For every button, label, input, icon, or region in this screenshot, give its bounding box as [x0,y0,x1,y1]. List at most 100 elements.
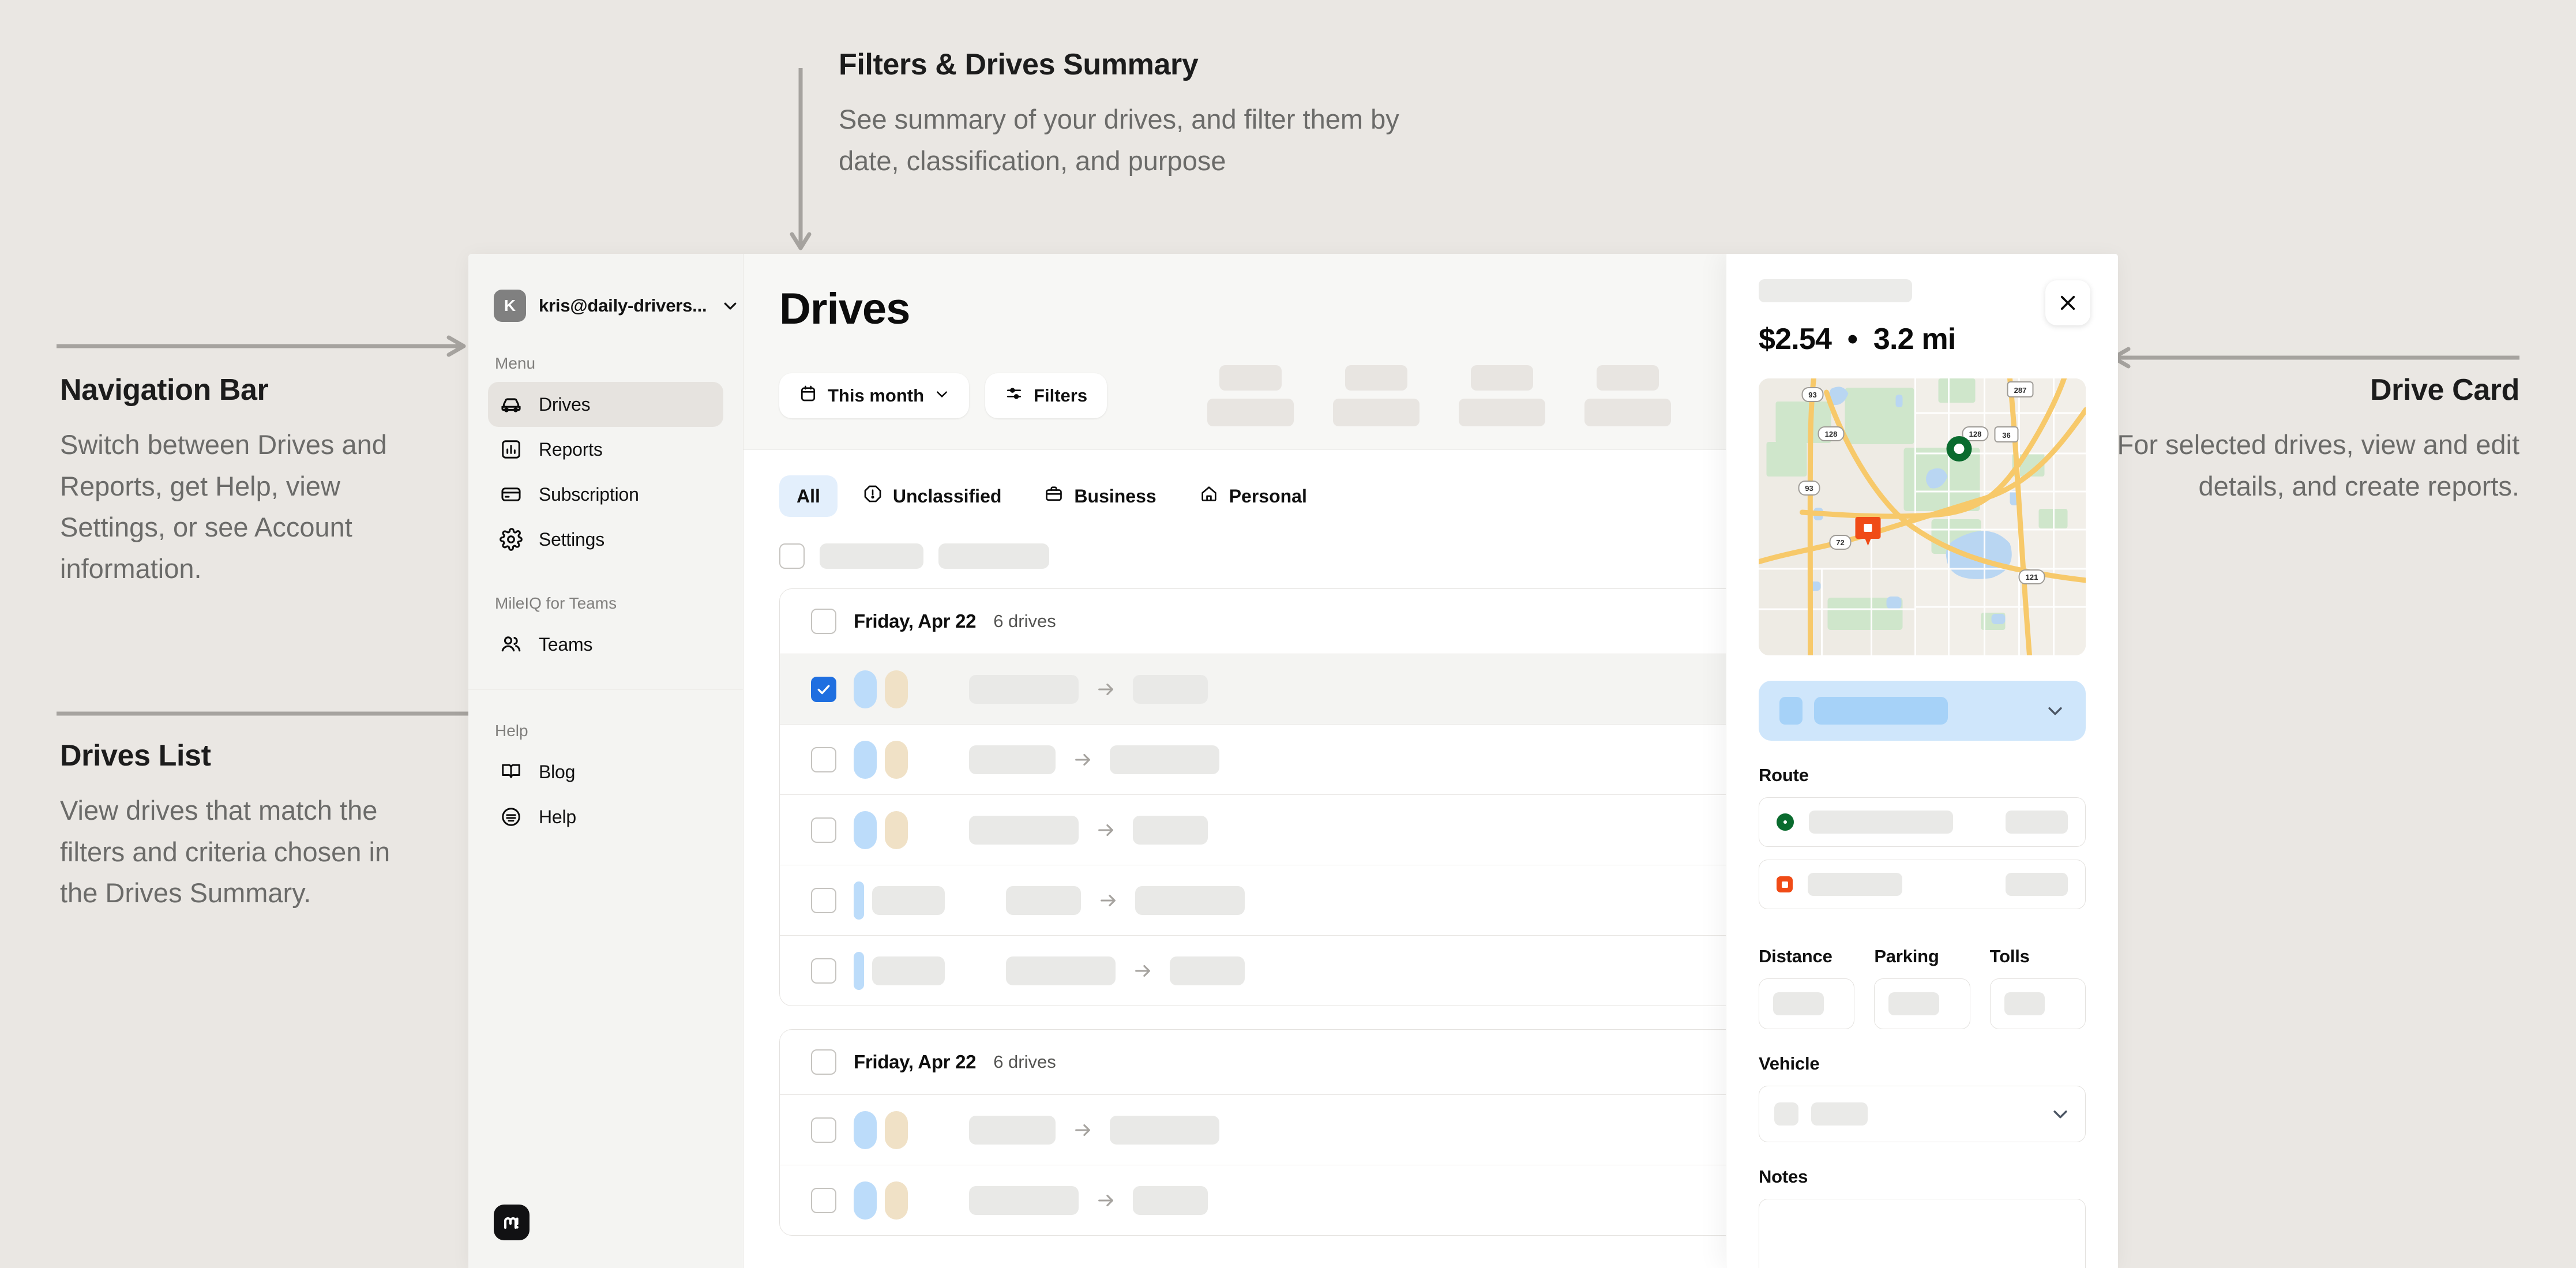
calendar-icon [799,384,817,407]
pill-business [854,811,877,849]
sidebar-item-help[interactable]: Help [488,794,723,839]
notes-input[interactable] [1759,1199,2086,1268]
pill-personal [885,1111,908,1149]
arrow-right-icon [1098,891,1118,910]
stat-label-placeholder [1207,399,1294,426]
annotation-body: View drives that match the filters and c… [60,795,390,909]
tab-label: Personal [1229,485,1307,507]
close-icon[interactable] [2045,280,2090,325]
group-count: 6 drives [993,611,1056,631]
tab-business[interactable]: Business [1027,475,1173,517]
route-end-placeholder [1133,1186,1208,1215]
route-start-placeholder [969,1186,1079,1215]
sidebar-item-teams[interactable]: Teams [488,622,723,667]
tab-unclassified[interactable]: Unclassified [846,475,1019,517]
annotation-drive-card: Drive Card For selected drives, view and… [2093,373,2520,507]
date-filter-label: This month [828,385,925,406]
tab-personal[interactable]: Personal [1182,475,1324,517]
route-start-placeholder [1006,956,1116,985]
parking-input[interactable] [1874,978,1970,1029]
drive-card: $2.54 • 3.2 mi 93 128 287 36 128 93 72 1… [1726,254,2118,1268]
route-cells [969,745,1219,774]
row-checkbox[interactable] [811,817,836,843]
route-end-placeholder [1135,886,1245,915]
pill-personal [885,670,908,708]
tolls-input[interactable] [1989,978,2086,1029]
sidebar-item-blog[interactable]: Blog [488,749,723,794]
classification-pills [854,1181,908,1220]
route-end-field[interactable] [1759,860,2086,909]
screenshot-root: Filters & Drives Summary See summary of … [0,0,2576,1268]
pill-personal [885,740,908,779]
pill-personal [885,811,908,849]
sliders-icon [1005,384,1023,407]
group-checkbox[interactable] [811,609,836,634]
sidebar-item-settings[interactable]: Settings [488,517,723,562]
tab-all[interactable]: All [779,475,838,517]
row-checkbox[interactable] [811,1117,836,1143]
svg-text:93: 93 [1808,391,1816,399]
route-start-field[interactable] [1759,797,2086,847]
row-checkbox[interactable] [811,676,836,702]
route-map[interactable]: 93 128 287 36 128 93 72 121 [1759,378,2086,655]
gear-icon [498,527,524,552]
stat-value-placeholder [1471,365,1534,391]
alert-octagon-icon [863,484,883,508]
route-start-placeholder [969,674,1079,704]
group-count: 6 drives [993,1052,1056,1072]
vehicle-value-placeholder [1811,1102,1868,1126]
home-icon [1199,484,1219,508]
distance-input[interactable] [1759,978,1855,1029]
svg-text:36: 36 [2002,431,2010,440]
row-checkbox[interactable] [811,746,836,772]
sidebar-item-subscription[interactable]: Subscription [488,472,723,517]
filters-button[interactable]: Filters [985,373,1107,418]
start-address-placeholder [1809,811,1953,834]
arrow-right-icon [1073,1120,1092,1140]
drive-card-summary: $2.54 • 3.2 mi [1759,322,2086,357]
select-all-checkbox[interactable] [779,543,805,569]
route-cells [969,674,1208,704]
svg-text:128: 128 [1969,430,1982,438]
chart-icon [498,437,524,462]
mileiq-logo [494,1205,530,1240]
arrow-right-icon [1096,1191,1116,1210]
annotation-title: Drives List [60,739,211,772]
sidebar-item-label: Reports [539,438,603,460]
people-icon [498,632,524,657]
stat-value-placeholder [1219,365,1282,391]
sidebar-item-drives[interactable]: Drives [488,382,723,427]
row-checkbox[interactable] [811,958,836,984]
classification-pills [854,811,908,849]
column-header-placeholder [820,543,923,569]
vehicle-label: Vehicle [1759,1053,1820,1074]
annotation-title: Drive Card [2370,373,2519,407]
row-checkbox[interactable] [811,887,836,913]
account-email: kris@daily-drivers... [539,295,707,316]
sidebar-item-label: Teams [539,633,593,655]
nav-group-label-menu: Menu [495,354,536,372]
help-circle-icon [498,804,524,830]
main-content: Drives Add a drive [743,254,2118,1268]
route-cells [1006,956,1245,985]
route-start-placeholder [969,815,1079,845]
tolls-label: Tolls [1989,946,2030,966]
row-checkbox[interactable] [811,1187,836,1213]
group-checkbox[interactable] [811,1049,836,1075]
sidebar-item-reports[interactable]: Reports [488,427,723,472]
purpose-select[interactable] [1759,681,2086,741]
drive-distance: 3.2 mi [1873,322,1956,356]
book-icon [498,759,524,785]
route-start-placeholder [1006,886,1081,915]
annotation-body: For selected drives, view and edit detai… [2117,429,2520,501]
date-filter-button[interactable]: This month [779,373,970,418]
arrow-to-drive-card [2104,346,2519,369]
stat-label-placeholder [1584,399,1672,426]
vehicle-select[interactable] [1759,1086,2086,1142]
sidebar-item-label: Drives [539,393,591,415]
end-address-placeholder [1808,873,1902,896]
account-switcher[interactable]: K kris@daily-drivers... [488,290,737,322]
app-window: K kris@daily-drivers... Menu Drives Repo… [468,254,2118,1268]
end-time-placeholder [2006,873,2068,896]
route-end-placeholder [1110,1115,1219,1145]
